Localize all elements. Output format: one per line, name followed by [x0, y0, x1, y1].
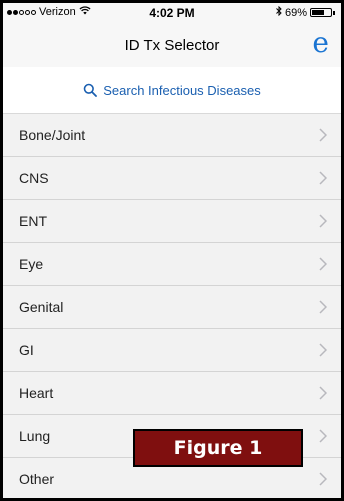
status-right: 69%: [276, 5, 335, 19]
status-bar: Verizon 4:02 PM 69%: [3, 3, 341, 23]
list-item-label: Eye: [19, 256, 44, 272]
list-item-genital[interactable]: Genital: [3, 286, 341, 329]
list-item-label: Genital: [19, 299, 64, 315]
chevron-right-icon: [319, 386, 327, 400]
list-item-label: ENT: [19, 213, 47, 229]
page-title: ID Tx Selector: [124, 37, 220, 54]
list-item-eye[interactable]: Eye: [3, 243, 341, 286]
bluetooth-icon: [276, 5, 282, 19]
chevron-right-icon: [319, 300, 327, 314]
list-item-label: GI: [19, 342, 34, 358]
battery-icon: [310, 8, 332, 17]
chevron-right-icon: [319, 257, 327, 271]
chevron-right-icon: [319, 128, 327, 142]
search-label: Search Infectious Diseases: [103, 82, 261, 98]
list-item-gi[interactable]: GI: [3, 329, 341, 372]
battery-tip: [333, 10, 335, 15]
list-item-label: CNS: [19, 170, 49, 186]
chevron-right-icon: [319, 343, 327, 357]
battery-percent: 69%: [284, 6, 307, 19]
battery-level-fill: [312, 10, 324, 15]
list-item-label: Bone/Joint: [19, 127, 86, 143]
list-item-bone-joint[interactable]: Bone/Joint: [3, 114, 341, 157]
list-item-label: Heart: [19, 385, 54, 401]
phone-screen: Verizon 4:02 PM 69% ID Tx Selector e Sea…: [0, 0, 344, 501]
search-infectious-diseases-button[interactable]: Search Infectious Diseases: [3, 67, 341, 114]
navigation-bar: ID Tx Selector e: [3, 23, 341, 67]
chevron-right-icon: [319, 171, 327, 185]
list-item-heart[interactable]: Heart: [3, 372, 341, 415]
list-item-ent[interactable]: ENT: [3, 200, 341, 243]
epocrates-logo-button[interactable]: e: [312, 27, 329, 59]
search-icon: [83, 83, 98, 97]
list-item-cns[interactable]: CNS: [3, 157, 341, 200]
chevron-right-icon: [319, 472, 327, 486]
chevron-right-icon: [319, 214, 327, 228]
chevron-right-icon: [319, 429, 327, 443]
figure-caption-label: Figure 1: [133, 429, 303, 467]
list-item-label: Other: [19, 471, 55, 487]
list-item-label: Lung: [19, 428, 51, 444]
